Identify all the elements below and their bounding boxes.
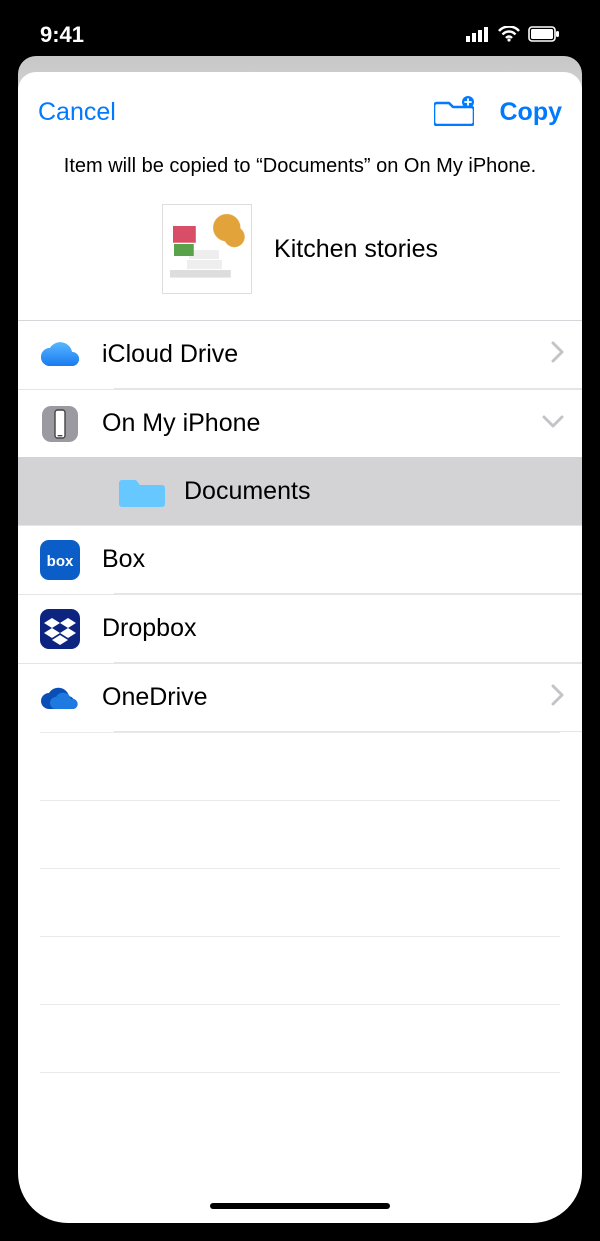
empty-row	[40, 936, 560, 1004]
phone-icon	[36, 400, 84, 448]
location-label: OneDrive	[102, 683, 550, 712]
empty-row	[40, 1072, 560, 1140]
dropbox-icon	[36, 605, 84, 653]
folder-icon	[118, 467, 166, 515]
location-label: iCloud Drive	[102, 340, 550, 369]
location-onedrive[interactable]: OneDrive	[18, 663, 582, 731]
copy-destination-text: Item will be copied to “Documents” on On…	[18, 141, 582, 182]
cloud-icon	[36, 331, 84, 379]
status-time: 9:41	[40, 22, 84, 48]
location-label: Box	[102, 545, 564, 574]
location-box[interactable]: box Box	[18, 525, 582, 593]
wifi-icon	[498, 22, 520, 48]
item-preview: Kitchen stories	[18, 182, 582, 320]
cellular-icon	[466, 22, 490, 48]
locations-list[interactable]: iCloud Drive On My iPhone Docu	[18, 320, 582, 1223]
location-icloud-drive[interactable]: iCloud Drive	[18, 320, 582, 388]
copy-sheet: Cancel Copy Item will be copied to “Docu…	[18, 72, 582, 1223]
chevron-down-icon	[542, 414, 564, 433]
location-label: Dropbox	[102, 614, 564, 643]
location-label: Documents	[184, 477, 564, 506]
location-dropbox[interactable]: Dropbox	[18, 594, 582, 662]
nav-bar: Cancel Copy	[18, 72, 582, 141]
onedrive-icon	[36, 674, 84, 722]
home-indicator[interactable]	[210, 1203, 390, 1209]
cancel-button[interactable]: Cancel	[38, 98, 116, 127]
chevron-right-icon	[550, 684, 564, 711]
chevron-right-icon	[550, 341, 564, 368]
new-folder-icon[interactable]	[434, 94, 474, 131]
box-icon: box	[36, 536, 84, 584]
status-icons	[466, 22, 560, 48]
location-documents[interactable]: Documents	[18, 457, 582, 525]
svg-text:box: box	[47, 553, 74, 570]
item-thumbnail	[162, 204, 252, 294]
copy-button[interactable]: Copy	[500, 98, 563, 127]
empty-row	[40, 732, 560, 800]
empty-row	[40, 1004, 560, 1072]
location-on-my-iphone[interactable]: On My iPhone	[18, 389, 582, 457]
status-bar: 9:41	[0, 10, 600, 60]
item-title: Kitchen stories	[274, 235, 438, 264]
empty-row	[40, 868, 560, 936]
battery-icon	[528, 22, 560, 48]
location-label: On My iPhone	[102, 409, 542, 438]
phone-frame: 9:41 Cancel Copy Item	[0, 0, 600, 1241]
empty-row	[40, 800, 560, 868]
